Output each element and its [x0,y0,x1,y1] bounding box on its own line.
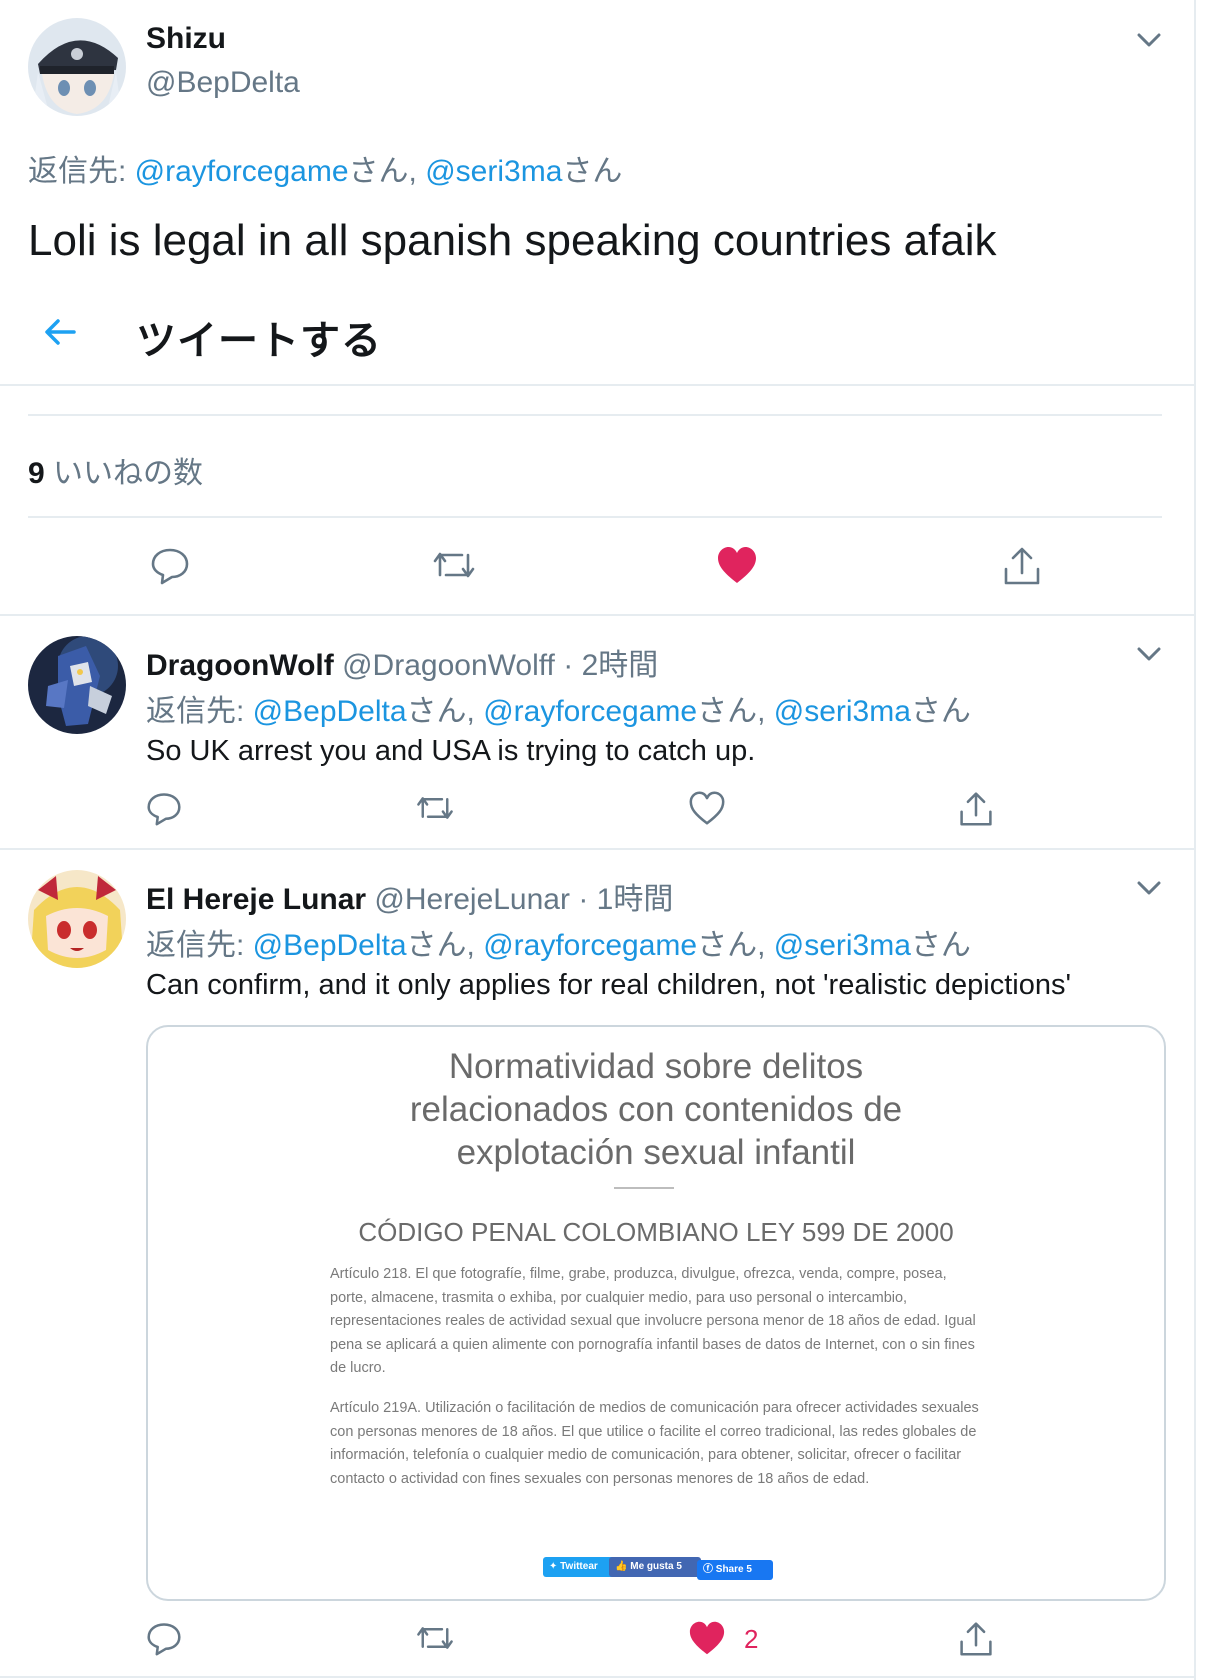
image-title-line: Normatividad sobre delitos [448,1047,864,1086]
page-title: ツイートする [136,319,382,363]
dot-separator: · [578,883,589,916]
author-name[interactable]: DragoonWolf [146,649,334,682]
likes-label: いいねの数 [44,457,204,490]
chevron-down-icon[interactable] [1132,636,1166,670]
twitter-share-button: ✦ Twittear [543,1557,619,1577]
heart-filled-icon[interactable] [716,545,758,585]
mention-link[interactable]: @seri3ma [774,929,911,962]
mention-link[interactable]: @BepDelta [253,695,407,728]
honorific: さん [910,929,971,962]
avatar[interactable] [28,870,126,968]
image-title: Normatividad sobre delitos relacionados … [148,1045,1164,1174]
tweet-text: Loli is legal in all spanish speaking co… [28,216,997,265]
chevron-down-icon[interactable] [1132,22,1166,56]
honorific: さん [910,695,971,728]
likes-count[interactable]: 9 いいねの数 [28,448,203,492]
separator: , [757,929,774,962]
divider [28,516,1162,518]
attached-image[interactable]: Normatividad sobre delitos relacionados … [146,1025,1166,1601]
image-title-line: relacionados con contenidos de [409,1090,903,1129]
separator: , [757,695,774,728]
share-icon[interactable] [958,790,994,828]
image-subtitle: CÓDIGO PENAL COLOMBIANO LEY 599 DE 2000 [358,1217,954,1247]
separator: , [408,155,426,188]
reply-header: DragoonWolf @DragoonWolff · 2時間 [146,640,658,684]
reply-to-line: 返信先: @BepDeltaさん, @rayforcegameさん, @seri… [146,686,971,730]
author-handle[interactable]: @BepDelta [146,66,300,100]
chevron-down-icon[interactable] [1132,870,1166,904]
honorific: さん [406,929,467,962]
image-title-line: explotación sexual infantil [456,1133,856,1172]
heart-filled-icon[interactable] [688,1620,726,1656]
reply-prefix: 返信先: [28,155,135,188]
reply-to-line: 返信先: @BepDeltaさん, @rayforcegameさん, @seri… [146,920,971,964]
honorific: さん [697,695,758,728]
reply-to-line: 返信先: @rayforcegameさん, @seri3maさん [28,146,622,190]
divider [0,848,1194,850]
retweet-icon[interactable] [430,545,478,585]
facebook-share-label: Share 5 [715,1564,752,1575]
likes-number: 9 [28,457,45,490]
twitter-share-label: Twittear [560,1561,598,1572]
reply-prefix: 返信先: [146,929,253,962]
avatar[interactable] [28,636,126,734]
timestamp[interactable]: 2時間 [582,649,659,682]
honorific: さん [348,155,409,188]
share-icon[interactable] [958,1620,994,1658]
image-divider [614,1187,674,1189]
dot-separator: · [563,649,574,682]
honorific: さん [697,929,758,962]
author-handle[interactable]: @DragoonWolff [342,649,555,682]
tweet-header-bar: ツイートする [0,290,1194,386]
mention-link[interactable]: @seri3ma [774,695,911,728]
back-arrow-icon[interactable] [40,312,80,352]
heart-outline-icon[interactable] [688,790,726,826]
avatar[interactable] [28,18,126,116]
author-name[interactable]: El Hereje Lunar [146,883,366,916]
like-count[interactable]: 2 [744,1624,758,1655]
facebook-like-label: Me gusta 5 [630,1561,682,1572]
divider [0,1676,1194,1678]
reply-prefix: 返信先: [146,695,253,728]
separator: , [466,929,484,962]
facebook-share-button: ⓕ Share 5 [697,1560,773,1580]
author-handle[interactable]: @HerejeLunar [374,883,570,916]
retweet-icon[interactable] [414,1620,456,1656]
tweet-text: Can confirm, and it only applies for rea… [146,969,1072,1001]
retweet-icon[interactable] [414,790,456,826]
mention-link[interactable]: @rayforcegame [483,929,697,962]
article-218-text: Artículo 218. El que fotografíe, filme, … [330,1266,976,1376]
mention-link[interactable]: @rayforcegame [135,155,349,188]
honorific: さん [406,695,467,728]
share-icon[interactable] [1002,545,1042,587]
timestamp[interactable]: 1時間 [597,883,674,916]
facebook-icon: ⓕ [703,1564,716,1575]
mention-link[interactable]: @BepDelta [253,929,407,962]
reply-icon[interactable] [146,1620,182,1656]
mention-link[interactable]: @seri3ma [425,155,562,188]
thumbs-up-icon: 👍 [615,1561,631,1572]
divider [0,384,1194,386]
honorific: さん [562,155,623,188]
divider [28,414,1162,416]
article-219a-text: Artículo 219A. Utilización o facilitació… [330,1400,979,1487]
reply-icon[interactable] [146,790,182,826]
reply-icon[interactable] [150,545,190,585]
separator: , [466,695,484,728]
tweet-text: So UK arrest you and USA is trying to ca… [146,735,756,767]
twitter-bird-icon: ✦ [549,1561,561,1572]
divider [0,614,1194,616]
reply-header: El Hereje Lunar @HerejeLunar · 1時間 [146,874,673,918]
author-name[interactable]: Shizu [146,22,226,56]
facebook-like-button: 👍 Me gusta 5 [609,1557,701,1577]
timeline-border [1194,0,1196,1680]
mention-link[interactable]: @rayforcegame [483,695,697,728]
